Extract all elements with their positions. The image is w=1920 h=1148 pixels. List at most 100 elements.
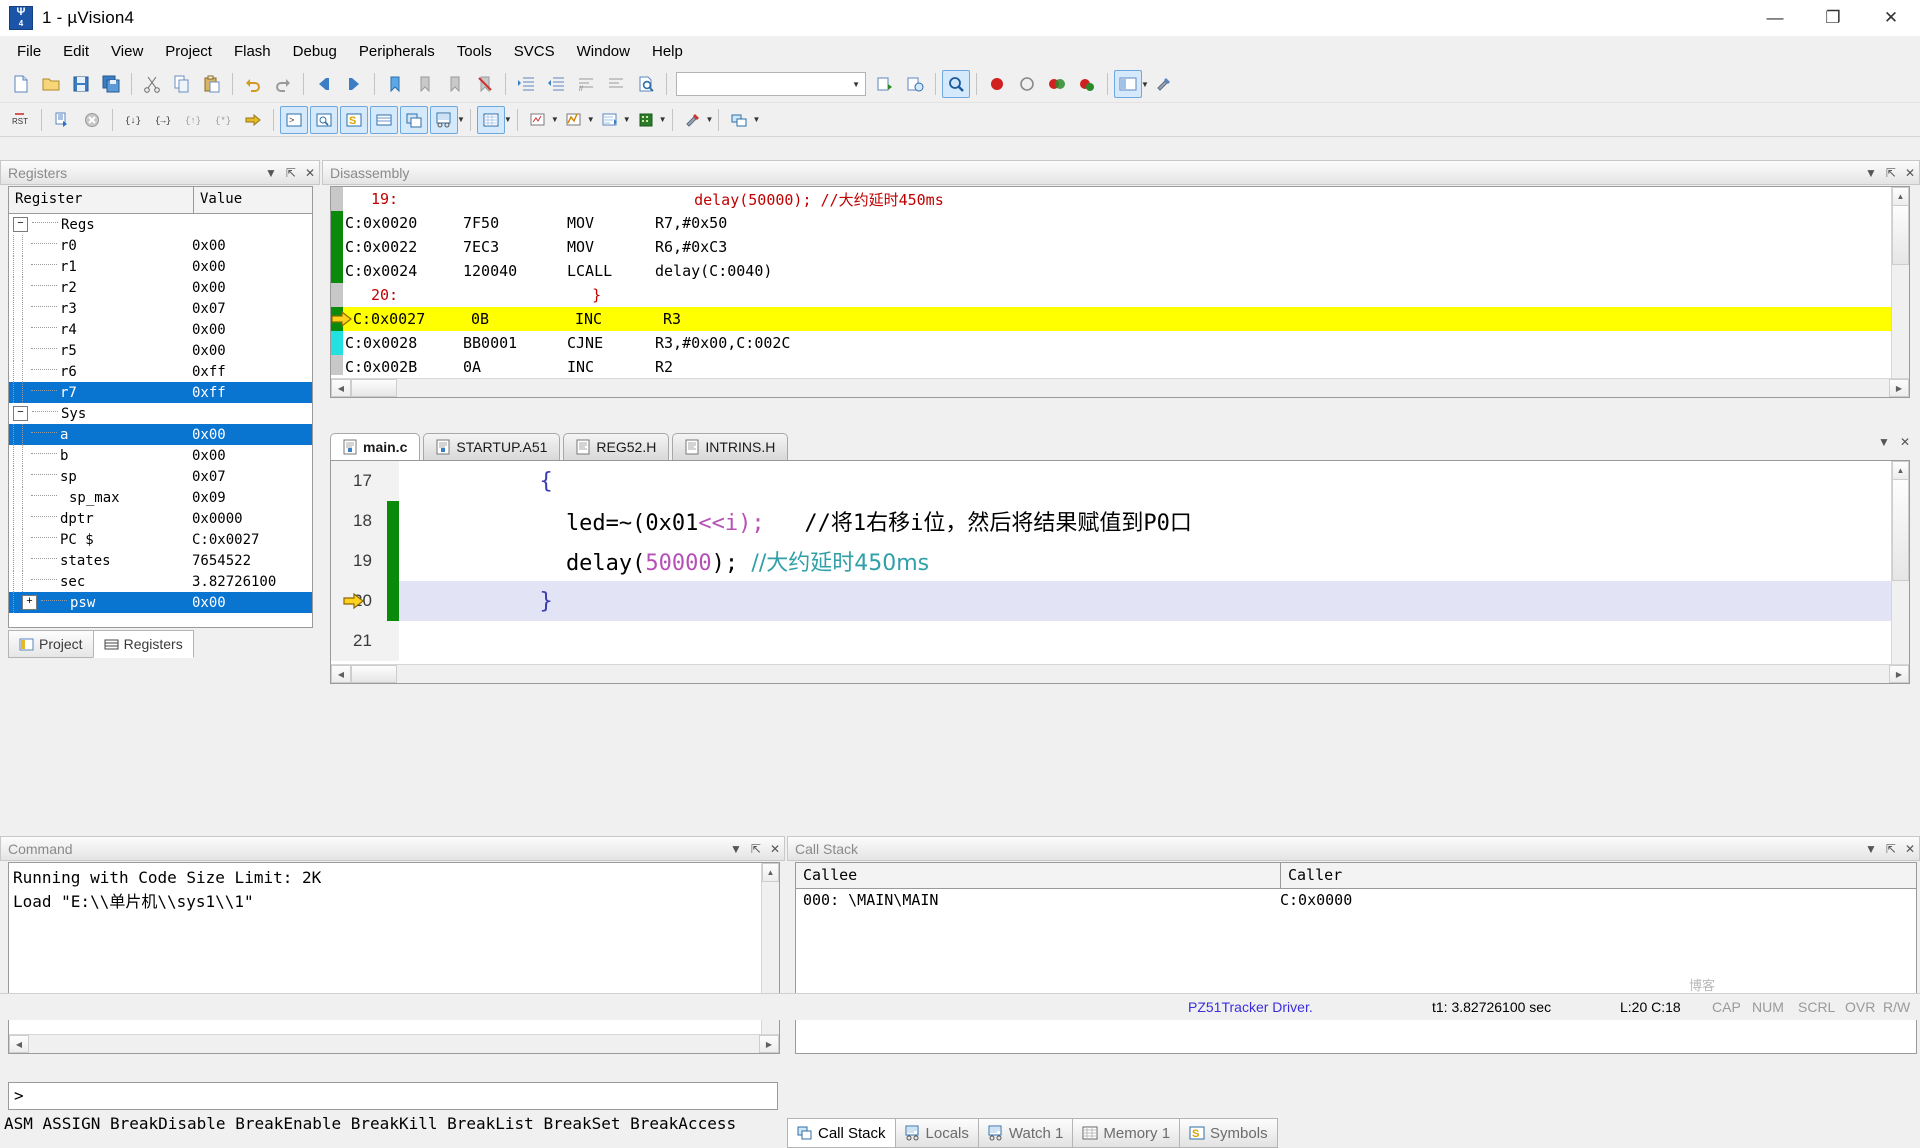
register-row-pc[interactable]: PC $ C:0x0027 — [9, 529, 312, 550]
register-row-r0[interactable]: r0 0x00 — [9, 235, 312, 256]
command-output[interactable]: Running with Code Size Limit: 2K Load "E… — [8, 862, 780, 1054]
save-icon[interactable] — [67, 70, 95, 98]
close-icon[interactable]: ✕ — [305, 166, 315, 180]
target-options-icon[interactable] — [901, 70, 929, 98]
menu-flash[interactable]: Flash — [223, 39, 282, 64]
disassembly-hscrollbar[interactable]: ◀ ▶ — [331, 378, 1909, 397]
disassembly-row[interactable]: C:0x0020 7F50 MOV R7,#0x50 — [331, 211, 1893, 235]
menu-window[interactable]: Window — [566, 39, 641, 64]
register-row-r3[interactable]: r3 0x07 — [9, 298, 312, 319]
chevron-down-icon[interactable]: ▼ — [659, 115, 667, 124]
register-row-sp-max[interactable]: sp_max 0x09 — [9, 487, 312, 508]
toolbox-icon[interactable] — [679, 106, 707, 134]
command-input[interactable]: > — [8, 1082, 778, 1110]
menu-view[interactable]: View — [100, 39, 154, 64]
editor-line-gutter[interactable] — [387, 541, 399, 581]
scroll-up-icon[interactable]: ▲ — [762, 863, 779, 882]
copy-icon[interactable] — [168, 70, 196, 98]
scroll-left-icon[interactable]: ◀ — [9, 1035, 29, 1053]
stop-icon[interactable] — [78, 106, 106, 134]
bottom-tab-memory-1[interactable]: Memory 1 — [1072, 1118, 1181, 1148]
call-stack-window-icon[interactable] — [400, 105, 428, 134]
redo-icon[interactable] — [269, 70, 297, 98]
project-window-icon[interactable] — [1114, 70, 1142, 98]
chevron-down-icon[interactable]: ▼ — [551, 115, 559, 124]
register-row-r4[interactable]: r4 0x00 — [9, 319, 312, 340]
menu-file[interactable]: File — [6, 39, 52, 64]
bookmark-next-icon[interactable] — [441, 70, 469, 98]
enable-breakpoint-icon[interactable] — [1013, 70, 1041, 98]
chevron-down-icon[interactable]: ▼ — [265, 166, 277, 180]
close-icon[interactable]: ✕ — [1900, 435, 1910, 449]
step-into-icon[interactable]: {↓} — [119, 106, 147, 134]
disassembly-vscrollbar[interactable]: ▲ ▼ — [1891, 187, 1909, 397]
menu-project[interactable]: Project — [154, 39, 223, 64]
debug-restore-views-icon[interactable] — [725, 106, 753, 134]
show-next-statement-icon[interactable] — [239, 106, 267, 134]
breakpoint-gutter-icon[interactable] — [331, 235, 343, 259]
editor-line-gutter[interactable] — [387, 461, 399, 501]
dock-tab-registers[interactable]: Registers — [92, 630, 194, 658]
cut-icon[interactable] — [138, 70, 166, 98]
symbols-window-icon[interactable]: S — [340, 105, 368, 134]
find-in-files-icon[interactable] — [632, 70, 660, 98]
bookmark-prev-icon[interactable] — [411, 70, 439, 98]
step-out-icon[interactable]: {↑} — [179, 106, 207, 134]
register-row-psw[interactable]: + psw 0x00 — [9, 592, 312, 613]
command-hscrollbar[interactable]: ◀ ▶ — [9, 1034, 779, 1053]
bottom-tab-call-stack[interactable]: Call Stack — [787, 1118, 896, 1148]
command-vscrollbar[interactable]: ▲ ▼ — [761, 863, 779, 1053]
tree-group-regs[interactable]: − Regs — [9, 214, 312, 235]
chevron-down-icon[interactable]: ▼ — [1865, 166, 1877, 180]
editor-line[interactable]: 18 led=~(0x01<<i); //将1右移i位，然后将结果赋值到P0口 — [331, 501, 1909, 541]
register-row-r5[interactable]: r5 0x00 — [9, 340, 312, 361]
scroll-up-icon[interactable]: ▲ — [1892, 187, 1909, 206]
scroll-right-icon[interactable]: ▶ — [1889, 665, 1909, 683]
minimize-button[interactable]: — — [1746, 0, 1804, 36]
editor-tab-intrins-h[interactable]: INTRINS.H — [672, 433, 789, 460]
register-row-dptr[interactable]: dptr 0x0000 — [9, 508, 312, 529]
collapse-icon[interactable]: − — [13, 406, 28, 421]
pin-icon[interactable]: ⇱ — [751, 842, 761, 856]
dock-tab-project[interactable]: Project — [8, 630, 94, 658]
registers-window-icon[interactable] — [370, 105, 398, 134]
scroll-up-icon[interactable]: ▲ — [1892, 461, 1909, 480]
step-over-icon[interactable]: {→} — [149, 106, 177, 134]
target-combo[interactable]: ▼ — [676, 72, 866, 96]
editor-current-line[interactable]: 20 } — [331, 581, 1909, 621]
register-row-r1[interactable]: r1 0x00 — [9, 256, 312, 277]
reset-cpu-icon[interactable]: RST — [7, 106, 35, 134]
disassembly-row[interactable]: C:0x0022 7EC3 MOV R6,#0xC3 — [331, 235, 1893, 259]
register-row-sp[interactable]: sp 0x07 — [9, 466, 312, 487]
editor-line[interactable]: 19 delay(50000); //大约延时450ms — [331, 541, 1909, 581]
new-file-icon[interactable] — [7, 70, 35, 98]
save-all-icon[interactable] — [97, 70, 125, 98]
undo-icon[interactable] — [239, 70, 267, 98]
editor-tab-reg52-h[interactable]: REG52.H — [563, 433, 670, 460]
register-row-b[interactable]: b 0x00 — [9, 445, 312, 466]
scroll-left-icon[interactable]: ◀ — [331, 665, 351, 683]
pin-icon[interactable]: ⇱ — [1886, 842, 1896, 856]
callstack-grid[interactable]: Callee Caller 000: \MAIN\MAIN C:0x0000 — [795, 862, 1917, 1054]
disassembly-row[interactable]: C:0x0024 120040 LCALL delay(C:0040) — [331, 259, 1893, 283]
editor-tab-startup-a51[interactable]: STARTUP.A51 — [423, 433, 561, 460]
kill-all-breakpoints-icon[interactable] — [1073, 70, 1101, 98]
pin-icon[interactable]: ⇱ — [286, 166, 296, 180]
bottom-tab-symbols[interactable]: S Symbols — [1179, 1118, 1278, 1148]
editor-line-gutter[interactable] — [387, 621, 399, 661]
close-icon[interactable]: ✕ — [770, 842, 780, 856]
open-file-icon[interactable] — [37, 70, 65, 98]
analysis-window-icon[interactable] — [560, 106, 588, 134]
command-keyword-bar[interactable]: ASM ASSIGN BreakDisable BreakEnable Brea… — [0, 1114, 789, 1133]
editor-hscrollbar[interactable]: ◀ ▶ — [331, 664, 1909, 683]
pin-icon[interactable]: ⇱ — [1886, 166, 1896, 180]
chevron-down-icon[interactable]: ▼ — [706, 115, 714, 124]
chevron-down-icon[interactable]: ▼ — [1141, 80, 1149, 89]
register-row-r7[interactable]: r7 0xff — [9, 382, 312, 403]
trace-icon[interactable] — [596, 106, 624, 134]
chevron-down-icon[interactable]: ▼ — [730, 842, 742, 856]
find-icon[interactable] — [942, 70, 970, 98]
close-button[interactable]: ✕ — [1862, 0, 1920, 36]
close-icon[interactable]: ✕ — [1905, 166, 1915, 180]
outdent-icon[interactable] — [542, 70, 570, 98]
